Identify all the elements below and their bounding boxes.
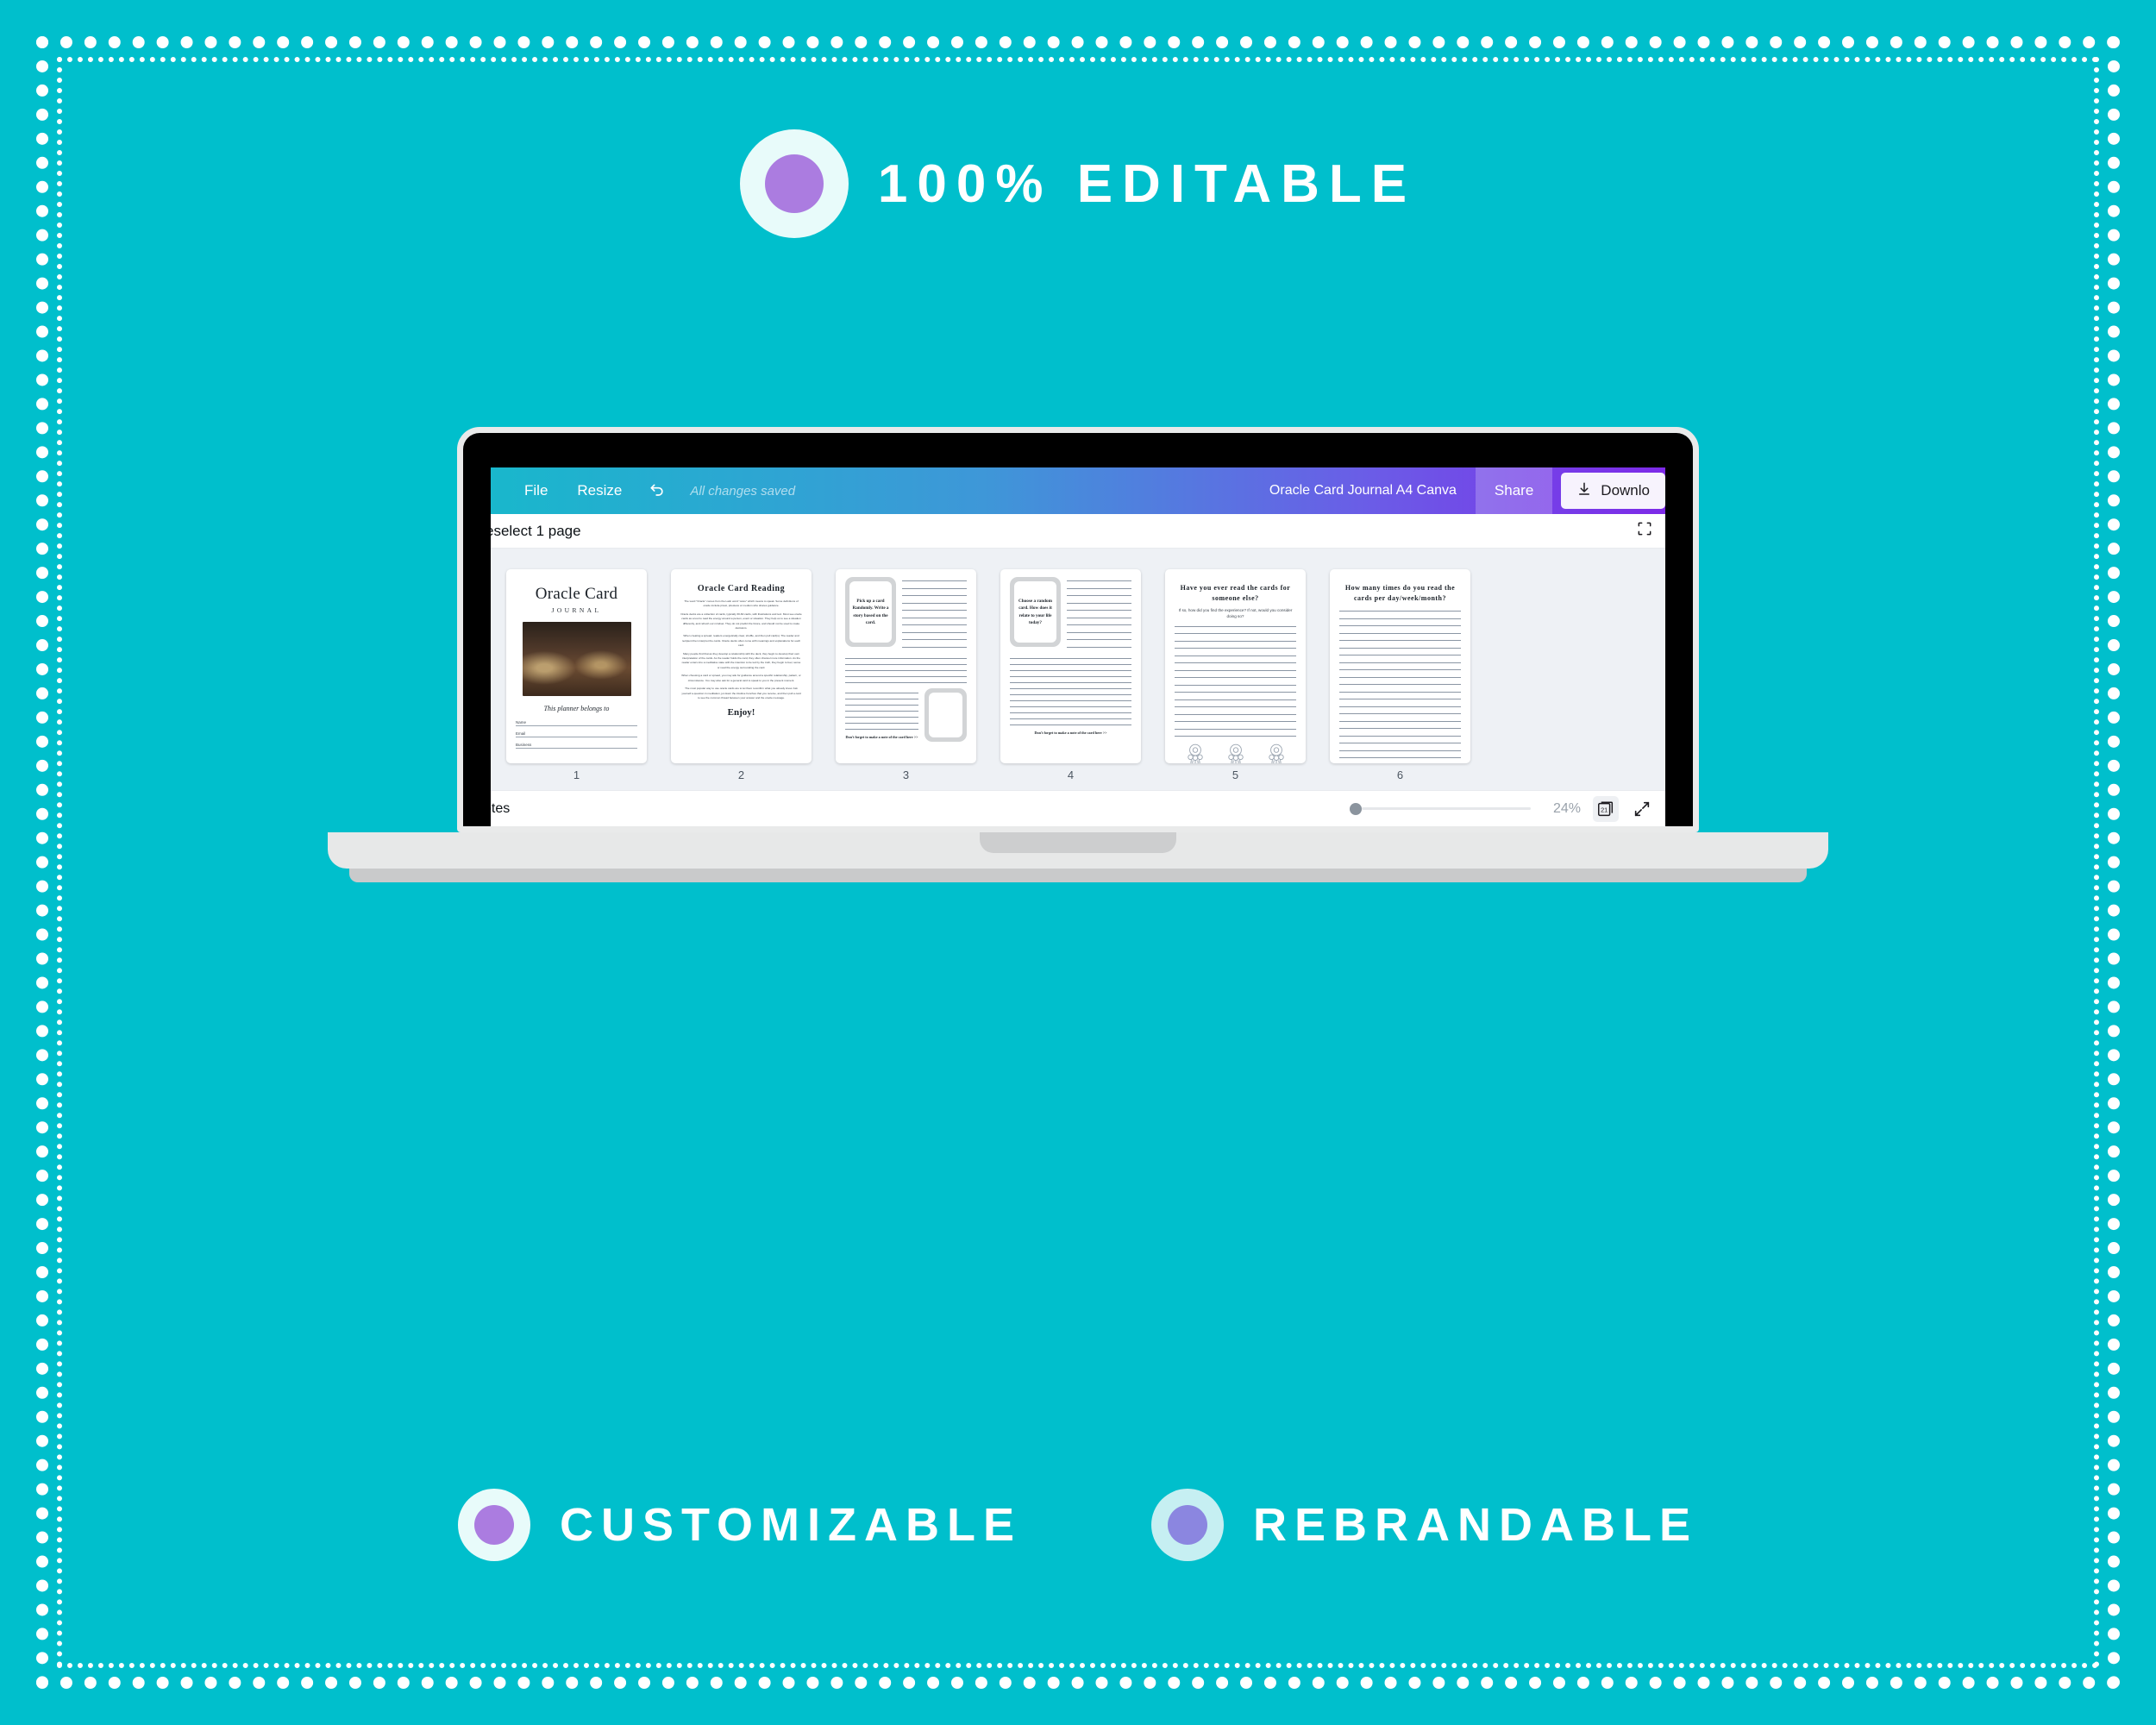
page-thumbnail-1[interactable]: Oracle Card JOURNAL This planner belongs… xyxy=(506,569,647,763)
page-thumbnail-5[interactable]: Have you ever read the cards for someone… xyxy=(1165,569,1306,763)
page-number: 3 xyxy=(902,768,910,781)
zoom-slider-track[interactable] xyxy=(1362,807,1531,810)
page-heading: How many times do you read the cards per… xyxy=(1344,584,1456,602)
laptop-lid: File Resize All changes saved Oracle Car… xyxy=(457,427,1699,832)
page-thumbnail-4[interactable]: Choose a random card. How does it relate… xyxy=(1000,569,1141,763)
page-heading: Have you ever read the cards for someone… xyxy=(1180,584,1291,602)
page-cell[interactable]: Pick up a card Randomly. Write a story b… xyxy=(836,569,976,781)
duplicate-page-icon[interactable] xyxy=(1636,520,1653,542)
download-icon xyxy=(1576,481,1592,501)
page-thumbnail-2[interactable]: Oracle Card Reading The word "Oracle" co… xyxy=(671,569,812,763)
badge-label: 100% EDITABLE xyxy=(877,154,1417,214)
document-title[interactable]: Oracle Card Journal A4 Canva xyxy=(1269,483,1476,499)
prompt-card: Choose a random card. How does it relate… xyxy=(1010,577,1061,647)
card-note-footer: Don't forget to make a note of the card … xyxy=(1034,731,1107,735)
deselect-pages-button[interactable]: eselect 1 page xyxy=(491,523,581,540)
download-button[interactable]: Downlo xyxy=(1561,473,1665,509)
page-cell[interactable]: Choose a random card. How does it relate… xyxy=(1000,569,1141,781)
writing-lines xyxy=(845,658,967,683)
editor-subbar: eselect 1 page xyxy=(491,514,1665,549)
page-cell[interactable]: How many times do you read the cards per… xyxy=(1330,569,1470,781)
circle-dot-icon xyxy=(739,129,849,238)
cover-field-name: Name xyxy=(516,720,637,726)
writing-lines xyxy=(1175,625,1296,737)
dreamcatcher-icon xyxy=(1175,743,1296,763)
circle-dot-icon xyxy=(458,1489,530,1561)
writing-lines xyxy=(845,693,918,730)
page-number: 1 xyxy=(573,768,580,781)
svg-text:21: 21 xyxy=(1601,806,1608,813)
cover-field-business: Business xyxy=(516,743,637,749)
badge-label: REBRANDABLE xyxy=(1253,1499,1698,1551)
card-prompt-text: Pick up a card Randomly. Write a story b… xyxy=(852,599,889,625)
cover-photo xyxy=(522,622,631,696)
page-cell[interactable]: Oracle Card JOURNAL This planner belongs… xyxy=(506,569,647,781)
cover-fields: Name Email Business xyxy=(516,720,637,749)
badge-100-editable: 100% EDITABLE xyxy=(0,129,2156,238)
page-cell[interactable]: Oracle Card Reading The word "Oracle" co… xyxy=(671,569,812,781)
laptop-base xyxy=(328,832,1828,869)
card-placeholder xyxy=(924,688,967,742)
writing-lines xyxy=(902,580,967,654)
cover-belongs-to: This planner belongs to xyxy=(543,705,610,712)
laptop-foot xyxy=(349,869,1807,882)
page-row: Oracle Card JOURNAL This planner belongs… xyxy=(506,569,1665,781)
writing-lines xyxy=(1339,611,1461,758)
expand-icon[interactable] xyxy=(1631,798,1653,820)
page-number: 2 xyxy=(737,768,745,781)
writing-lines xyxy=(1010,658,1131,725)
editor-statusbar: otes 24% 21 xyxy=(491,790,1665,826)
bottom-badge-group: CUSTOMIZABLE REBRANDABLE xyxy=(0,1489,2156,1561)
zoom-slider[interactable] xyxy=(1350,802,1531,815)
prompt-row: Choose a random card. How does it relate… xyxy=(1010,577,1131,654)
notes-row: Don't forget to make a note of the card … xyxy=(845,688,967,742)
page-thumbnail-6[interactable]: How many times do you read the cards per… xyxy=(1330,569,1470,763)
page-thumbnail-3[interactable]: Pick up a card Randomly. Write a story b… xyxy=(836,569,976,763)
laptop-trackpad-notch xyxy=(980,832,1176,853)
prompt-card: Pick up a card Randomly. Write a story b… xyxy=(845,577,896,647)
zoom-level-value: 24% xyxy=(1552,800,1581,816)
page-number: 5 xyxy=(1232,768,1239,781)
notes-button[interactable]: otes xyxy=(491,801,510,817)
laptop-mockup: File Resize All changes saved Oracle Car… xyxy=(328,427,1828,882)
save-status-text: All changes saved xyxy=(690,483,796,499)
prompt-row: Pick up a card Randomly. Write a story b… xyxy=(845,577,967,654)
page-number: 6 xyxy=(1396,768,1404,781)
editor-toolbar: File Resize All changes saved Oracle Car… xyxy=(491,467,1665,514)
cover-field-email: Email xyxy=(516,731,637,737)
writing-lines xyxy=(1067,580,1131,654)
badge-label: CUSTOMIZABLE xyxy=(560,1499,1022,1551)
page-thumbnail-grid[interactable]: Oracle Card JOURNAL This planner belongs… xyxy=(491,549,1665,790)
canva-editor-screen: File Resize All changes saved Oracle Car… xyxy=(491,467,1665,826)
page-number: 4 xyxy=(1067,768,1075,781)
card-prompt-text: Choose a random card. How does it relate… xyxy=(1018,599,1052,625)
zoom-slider-knob[interactable] xyxy=(1350,802,1362,815)
cover-subtitle: JOURNAL xyxy=(551,606,602,614)
page-closing-text: Enjoy! xyxy=(727,707,755,718)
badge-customizable: CUSTOMIZABLE xyxy=(458,1489,1022,1561)
pages-stack-icon[interactable]: 21 xyxy=(1593,795,1619,822)
page-subnote: If so, how did you find the experience? … xyxy=(1178,608,1293,619)
page-body-text: The word "Oracle" comes from the Latin w… xyxy=(680,599,802,699)
page-heading: Oracle Card Reading xyxy=(697,584,786,593)
undo-icon[interactable] xyxy=(636,475,678,506)
badge-rebrandable: REBRANDABLE xyxy=(1151,1489,1698,1561)
circle-dot-icon xyxy=(1151,1489,1224,1561)
card-note-footer: Don't forget to make a note of the card … xyxy=(845,735,918,739)
download-label: Downlo xyxy=(1601,482,1650,499)
cover-title: Oracle Card xyxy=(535,585,618,603)
file-menu-button[interactable]: File xyxy=(510,475,562,506)
share-button[interactable]: Share xyxy=(1475,467,1553,514)
page-cell[interactable]: Have you ever read the cards for someone… xyxy=(1165,569,1306,781)
resize-button[interactable]: Resize xyxy=(562,475,636,506)
